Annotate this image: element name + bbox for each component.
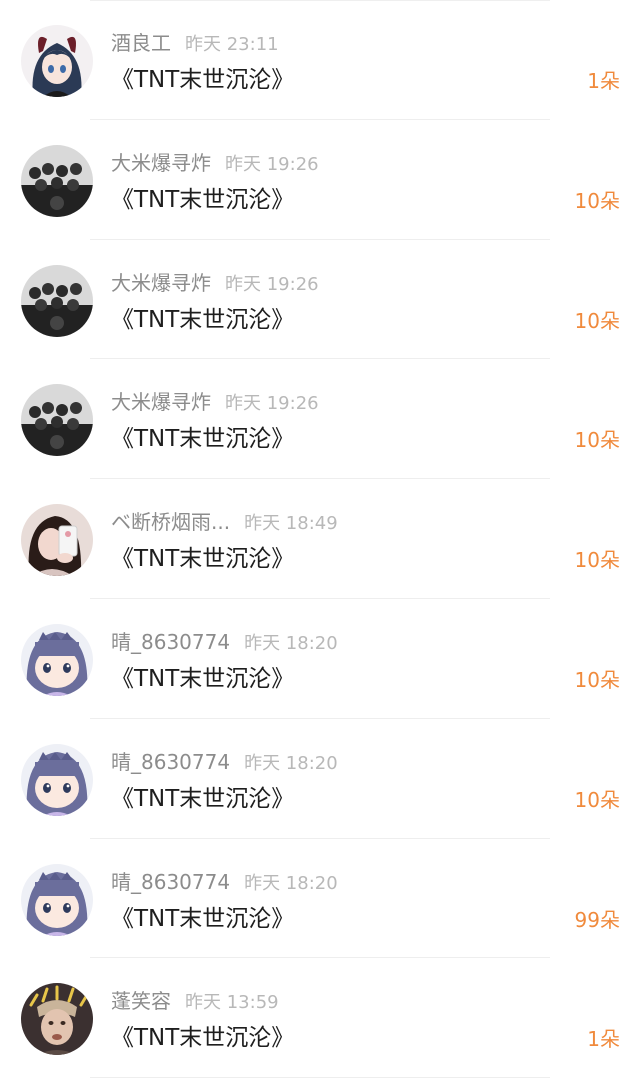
chibi-girl-icon xyxy=(21,623,93,696)
item-meta: 晴_8630774 昨天 18:20 xyxy=(111,749,338,777)
list-item[interactable]: 蓬笑容 昨天 13:59 《TNT末世沉沦》 1朵 xyxy=(0,958,640,1078)
flower-count: 10朵 xyxy=(574,787,620,812)
item-meta: 晴_8630774 昨天 18:20 xyxy=(111,629,338,657)
avatar[interactable] xyxy=(21,623,93,696)
flower-count: 10朵 xyxy=(574,428,620,453)
anime-girl-horns-icon xyxy=(21,25,93,97)
username[interactable]: 蓬笑容 xyxy=(111,989,171,1013)
avatar[interactable] xyxy=(21,384,93,457)
book-title[interactable]: 《TNT末世沉沦》 xyxy=(111,184,294,216)
avatar[interactable] xyxy=(21,25,93,97)
book-title[interactable]: 《TNT末世沉沦》 xyxy=(111,1022,294,1054)
list-item[interactable]: 晴_8630774 昨天 18:20 《TNT末世沉沦》 10朵 xyxy=(0,599,640,719)
flower-count: 99朵 xyxy=(574,907,620,932)
book-title[interactable]: 《TNT末世沉沦》 xyxy=(111,663,294,695)
timestamp: 昨天 13:59 xyxy=(185,992,279,1014)
flower-count: 10朵 xyxy=(574,667,620,692)
flower-count: 10朵 xyxy=(574,308,620,333)
avatar[interactable] xyxy=(21,743,93,816)
timestamp: 昨天 19:26 xyxy=(225,153,319,175)
avatar[interactable] xyxy=(21,144,93,217)
item-meta: 大米爆寻炸 昨天 19:26 xyxy=(111,389,319,417)
item-meta: 蓬笑容 昨天 13:59 xyxy=(111,988,279,1016)
item-meta: 大米爆寻炸 昨天 19:26 xyxy=(111,150,319,178)
username[interactable]: 晴_8630774 xyxy=(111,870,230,894)
timestamp: 昨天 18:20 xyxy=(244,752,338,774)
book-title[interactable]: 《TNT末世沉沦》 xyxy=(111,543,294,575)
timestamp: 昨天 19:26 xyxy=(225,393,319,415)
avatar[interactable] xyxy=(21,863,93,936)
book-title[interactable]: 《TNT末世沉沦》 xyxy=(111,423,294,455)
item-meta: 大米爆寻炸 昨天 19:26 xyxy=(111,270,319,298)
gift-list: 酒良工 昨天 23:11 《TNT末世沉沦》 1朵 大米爆寻炸 昨天 19:26 《… xyxy=(0,0,640,1078)
username[interactable]: 大米爆寻炸 xyxy=(111,390,211,414)
list-item[interactable]: 大米爆寻炸 昨天 19:26 《TNT末世沉沦》 10朵 xyxy=(0,240,640,360)
item-meta: ベ断桥烟雨... 昨天 18:49 xyxy=(111,509,338,537)
username[interactable]: 大米爆寻炸 xyxy=(111,271,211,295)
group-photo-icon xyxy=(21,144,93,217)
list-item[interactable]: 酒良工 昨天 23:11 《TNT末世沉沦》 1朵 xyxy=(0,0,640,120)
list-item[interactable]: 大米爆寻炸 昨天 19:26 《TNT末世沉沦》 10朵 xyxy=(0,359,640,479)
item-meta: 酒良工 昨天 23:11 xyxy=(111,30,279,58)
timestamp: 昨天 23:11 xyxy=(185,34,279,55)
item-meta: 晴_8630774 昨天 18:20 xyxy=(111,869,338,897)
username[interactable]: 晴_8630774 xyxy=(111,750,230,774)
book-title[interactable]: 《TNT末世沉沦》 xyxy=(111,64,294,96)
timestamp: 昨天 19:26 xyxy=(225,273,319,295)
chibi-girl-icon xyxy=(21,743,93,816)
timestamp: 昨天 18:20 xyxy=(244,632,338,654)
chibi-girl-icon xyxy=(21,863,93,936)
book-title[interactable]: 《TNT末世沉沦》 xyxy=(111,304,294,336)
flower-count: 10朵 xyxy=(574,188,620,213)
list-item[interactable]: ベ断桥烟雨... 昨天 18:49 《TNT末世沉沦》 10朵 xyxy=(0,479,640,599)
flower-count: 1朵 xyxy=(587,1027,620,1052)
username[interactable]: 酒良工 xyxy=(111,31,171,55)
timestamp: 昨天 18:49 xyxy=(244,513,338,535)
meme-face-icon xyxy=(21,983,93,1056)
avatar[interactable] xyxy=(21,983,93,1056)
list-item[interactable]: 晴_8630774 昨天 18:20 《TNT末世沉沦》 99朵 xyxy=(0,839,640,959)
group-photo-icon xyxy=(21,384,93,457)
selfie-girl-icon xyxy=(21,504,93,577)
username[interactable]: ベ断桥烟雨... xyxy=(111,510,230,534)
flower-count: 10朵 xyxy=(574,548,620,573)
list-item[interactable]: 晴_8630774 昨天 18:20 《TNT末世沉沦》 10朵 xyxy=(0,719,640,839)
username[interactable]: 晴_8630774 xyxy=(111,630,230,654)
avatar[interactable] xyxy=(21,504,93,577)
book-title[interactable]: 《TNT末世沉沦》 xyxy=(111,903,294,935)
flower-count: 1朵 xyxy=(587,69,620,93)
book-title[interactable]: 《TNT末世沉沦》 xyxy=(111,783,294,815)
username[interactable]: 大米爆寻炸 xyxy=(111,151,211,175)
group-photo-icon xyxy=(21,264,93,337)
list-item[interactable]: 大米爆寻炸 昨天 19:26 《TNT末世沉沦》 10朵 xyxy=(0,120,640,240)
avatar[interactable] xyxy=(21,264,93,337)
timestamp: 昨天 18:20 xyxy=(244,872,338,894)
